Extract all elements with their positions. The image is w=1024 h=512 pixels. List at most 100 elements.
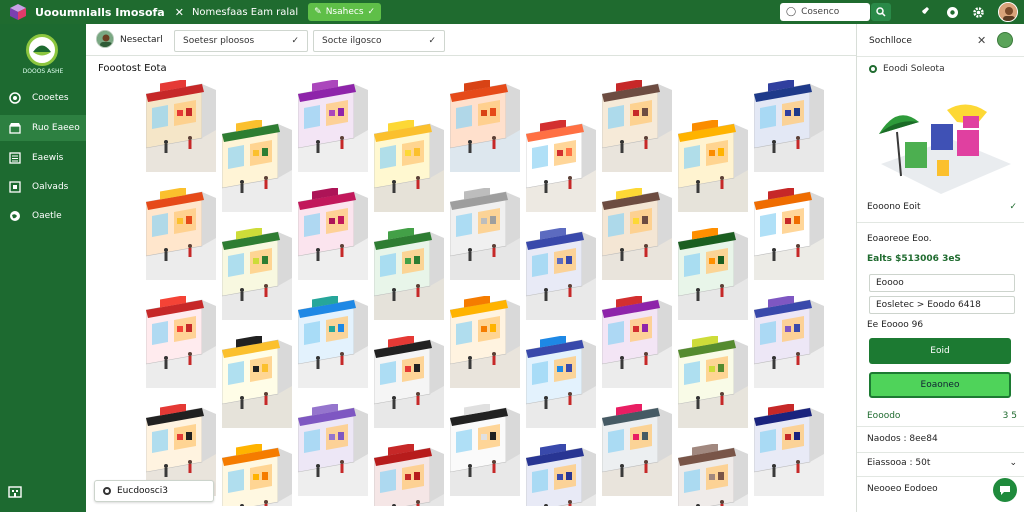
- storefront-tile[interactable]: [374, 120, 444, 212]
- field-value: Eosletec > Eoodo 6418: [876, 300, 981, 310]
- storefront-tile[interactable]: [754, 404, 824, 496]
- storefront-tile[interactable]: [602, 296, 672, 388]
- details-panel: Sochlloce ✕ Eoodi Soleota Eooono Eoit ✓ …: [856, 24, 1024, 512]
- storefront-tile[interactable]: [526, 120, 596, 212]
- sidebar-item-3[interactable]: Eaewis: [0, 145, 86, 171]
- detail-label: Eooodo: [867, 411, 901, 421]
- building-icon[interactable]: [8, 484, 22, 498]
- main-toolbar: Nesectarl Soetesr ploosos ✓ Socte ilgosc…: [86, 24, 856, 56]
- avatar[interactable]: [997, 32, 1013, 48]
- storefront-tile[interactable]: [526, 228, 596, 320]
- storefront-tile[interactable]: [298, 80, 368, 172]
- secondary-button[interactable]: Eoaoneo: [869, 372, 1011, 398]
- check-icon: ✓: [291, 36, 299, 46]
- detail-row: Eooodo 3 5: [867, 411, 1017, 421]
- edit-icon: ✎: [314, 7, 322, 17]
- tab-pill-button[interactable]: ✎ Nsahecs ✓: [308, 3, 382, 21]
- storefront-tile[interactable]: [602, 404, 672, 496]
- detail-value: 3 5: [1002, 411, 1017, 421]
- search-small-icon: ◯: [786, 7, 797, 17]
- sidebar-item-1[interactable]: Cooetes: [0, 85, 86, 111]
- storefront-tile[interactable]: [678, 228, 748, 320]
- price-value: Ealts $513006 3eS: [867, 254, 961, 264]
- filter-dropdown-2[interactable]: Socte ilgosco ✓: [313, 30, 445, 52]
- panel-subtitle: Eoodi Soleota: [869, 64, 945, 74]
- storefront-tile[interactable]: [222, 444, 292, 506]
- detail-row: Ee Eoooo 96: [867, 320, 1017, 330]
- storefront-tile[interactable]: [526, 444, 596, 506]
- status-row: Eooono Eoit ✓: [867, 202, 1017, 212]
- tab-close-icon[interactable]: ✕: [175, 6, 184, 19]
- circle-icon: [8, 91, 22, 105]
- storefront-tile[interactable]: [754, 296, 824, 388]
- sidebar-item-5[interactable]: Oaetle: [0, 203, 86, 229]
- divider: [857, 476, 1024, 477]
- detail-label: Naodos : 8ee84: [867, 434, 938, 444]
- status-dot-icon: [869, 65, 877, 73]
- sidebar-item-label: Ruo Eaeeo: [32, 123, 80, 133]
- sidebar-item-4[interactable]: Oalvads: [0, 174, 86, 200]
- storefront-tile[interactable]: [450, 188, 520, 280]
- storefront-tile[interactable]: [222, 336, 292, 428]
- gear-icon[interactable]: [970, 4, 986, 20]
- sidebar-item-label: Eaewis: [32, 153, 64, 163]
- list-icon: [8, 151, 22, 165]
- storefront-tile[interactable]: [298, 188, 368, 280]
- storefront-tile[interactable]: [222, 228, 292, 320]
- search-placeholder: Cosenco: [801, 7, 840, 17]
- shopping-illustration: [879, 104, 1011, 194]
- price-row: Ealts $513006 3eS: [867, 254, 1017, 264]
- storefront-tile[interactable]: [374, 444, 444, 506]
- storefront-tile[interactable]: [450, 404, 520, 496]
- brand-logo-icon: [26, 34, 58, 66]
- close-icon[interactable]: ✕: [977, 34, 986, 47]
- storefront-tile[interactable]: [602, 188, 672, 280]
- detail-row: Eoaoreoe Eoo.: [867, 234, 1017, 244]
- storefront-tile[interactable]: [754, 188, 824, 280]
- storefront-tile[interactable]: [678, 336, 748, 428]
- rocket-icon[interactable]: [916, 4, 932, 20]
- filter-dropdown-1[interactable]: Soetesr ploosos ✓: [174, 30, 308, 52]
- user-label: Nesectarl: [120, 35, 163, 45]
- chevron-down-icon[interactable]: ⌄: [1009, 458, 1017, 468]
- storefront-tile[interactable]: [298, 404, 368, 496]
- search-input[interactable]: ◯ Cosenco: [780, 3, 870, 21]
- storefront-tile[interactable]: [146, 80, 216, 172]
- storefront-tile[interactable]: [374, 336, 444, 428]
- search-button[interactable]: [871, 3, 891, 21]
- globe-icon[interactable]: [944, 4, 960, 20]
- sidebar-item-2[interactable]: Ruo Eaeeo: [0, 115, 86, 141]
- detail-label: Neooeo Eodoeo: [867, 484, 938, 494]
- tab-title[interactable]: Nomesfaas Eam ralal: [192, 7, 298, 18]
- section-title: Foootost Eota: [98, 63, 167, 74]
- storefront-tile[interactable]: [298, 296, 368, 388]
- detail-row: Eiassooa : 50t ⌄: [867, 458, 1017, 468]
- storefront-tile[interactable]: [450, 296, 520, 388]
- box-icon: [8, 180, 22, 194]
- storefront-tile[interactable]: [374, 228, 444, 320]
- app-title: Uooumnlalls Imosofa: [35, 5, 165, 19]
- storefront-tile[interactable]: [450, 80, 520, 172]
- bottom-chip[interactable]: Eucdoosci3: [94, 480, 214, 502]
- storefront-tile[interactable]: [146, 188, 216, 280]
- storefront-tile[interactable]: [602, 80, 672, 172]
- text-field-1[interactable]: Eoooo: [869, 274, 1015, 292]
- user-avatar[interactable]: [998, 2, 1018, 22]
- storefront-tile[interactable]: [526, 336, 596, 428]
- sidebar-item-label: Oaetle: [32, 211, 62, 221]
- storefront-tile[interactable]: [222, 120, 292, 212]
- primary-button[interactable]: Eoid: [869, 338, 1011, 364]
- storefront-tile[interactable]: [146, 296, 216, 388]
- text-field-2[interactable]: Eosletec > Eoodo 6418: [869, 296, 1015, 314]
- storefront-tile[interactable]: [678, 120, 748, 212]
- avatar[interactable]: [96, 30, 114, 48]
- storefront-tile[interactable]: [678, 444, 748, 506]
- sidebar-item-label: Cooetes: [32, 93, 69, 103]
- divider: [857, 222, 1024, 223]
- divider: [857, 426, 1024, 427]
- panel-title: Sochlloce: [869, 36, 912, 46]
- storefront-tile[interactable]: [754, 80, 824, 172]
- chat-fab-button[interactable]: [993, 478, 1017, 502]
- status-label: Eooono Eoit: [867, 202, 921, 212]
- dropdown-value: Soetesr ploosos: [183, 36, 255, 46]
